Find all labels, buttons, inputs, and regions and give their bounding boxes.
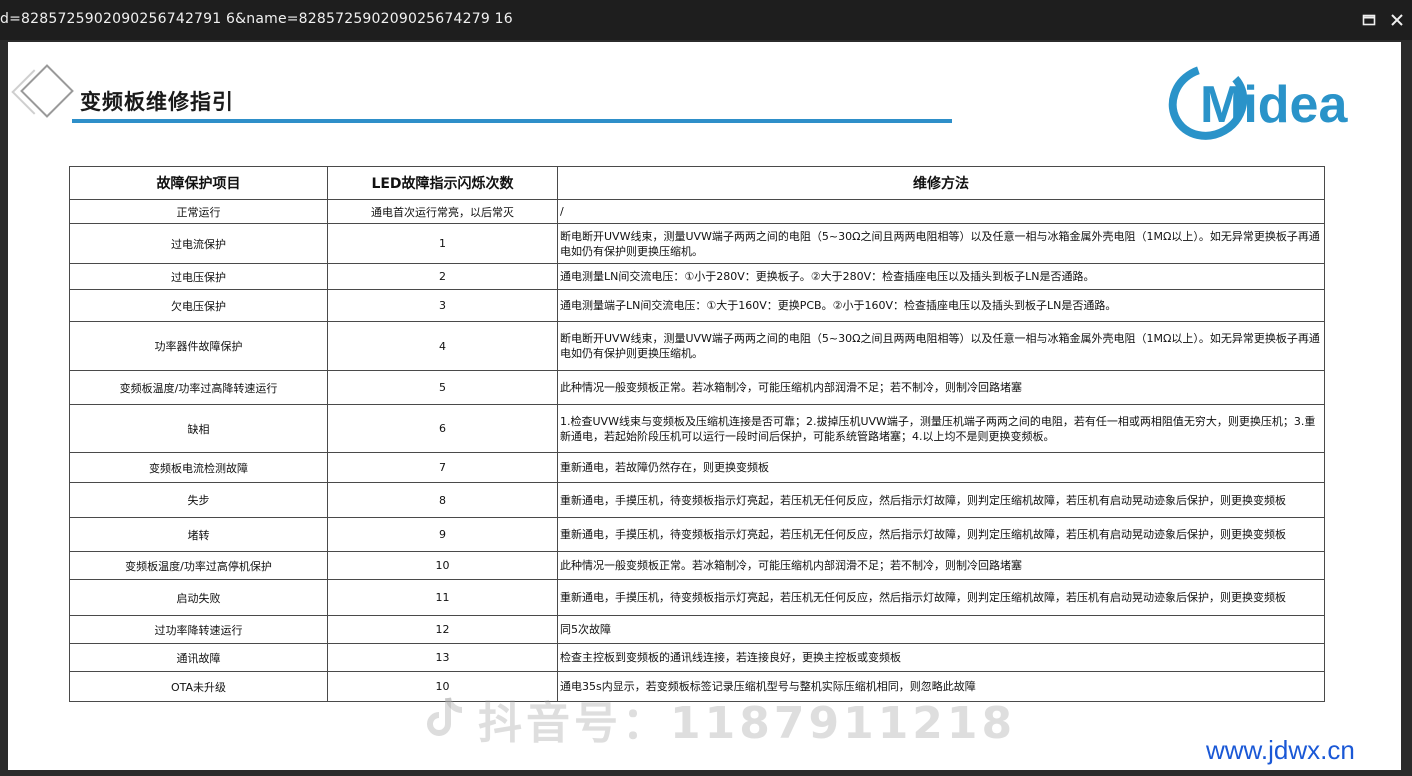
fault-item-cell: 功率器件故障保护	[69, 321, 328, 371]
douyin-watermark-icon	[427, 697, 463, 736]
table-row: 启动失败 11 重新通电，手摸压机，待变频板指示灯亮起，若压机无任何反应，然后指示灯…	[69, 579, 1325, 616]
fault-item-cell: 过功率降转速运行	[69, 615, 328, 644]
table-row: 功率器件故障保护 4 断电断开UVW线束，测量UVW端子两两之间的电阻（5~30Ω之…	[69, 321, 1325, 371]
fault-item-cell: 正常运行	[69, 199, 328, 224]
column-header-item: 故障保护项目	[69, 166, 328, 200]
repair-method-cell: 此种情况一般变频板正常。若冰箱制冷，可能压缩机内部润滑不足；若不制冷，则制冷回路…	[557, 551, 1325, 580]
fault-item-cell: 欠电压保护	[69, 289, 328, 322]
column-header-led: LED故障指示闪烁次数	[327, 166, 558, 200]
repair-method-cell: 通电测量LN间交流电压：①小于280V：更换板子。②大于280V：检查插座电压以…	[557, 263, 1325, 290]
led-count-cell: 13	[327, 643, 558, 672]
led-count-cell: 10	[327, 551, 558, 580]
table-row: 堵转 9 重新通电，手摸压机，待变频板指示灯亮起，若压机无任何反应，然后指示灯故障，…	[69, 517, 1325, 552]
repair-method-cell: 检查主控板到变频板的通讯线连接，若连接良好，更换主控板或变频板	[557, 643, 1325, 672]
fault-item-cell: 变频板电流检测故障	[69, 452, 328, 483]
fault-item-cell: OTA未升级	[69, 671, 328, 702]
led-count-cell: 1	[327, 223, 558, 264]
repair-method-cell: 断电断开UVW线束，测量UVW端子两两之间的电阻（5~30Ω之间且两两电阻相等）…	[557, 321, 1325, 371]
repair-method-cell: 重新通电，手摸压机，待变频板指示灯亮起，若压机无任何反应，然后指示灯故障，则判定…	[557, 517, 1325, 552]
repair-method-cell: 重新通电，手摸压机，待变频板指示灯亮起，若压机无任何反应，然后指示灯故障，则判定…	[557, 579, 1325, 616]
close-icon	[1391, 14, 1403, 26]
repair-method-cell: 通电测量端子LN间交流电压：①大于160V：更换PCB。②小于160V：检查插座…	[557, 289, 1325, 322]
fault-item-cell: 过电压保护	[69, 263, 328, 290]
window-titlebar: d=8285725902090256742791 6&name=82857259…	[0, 0, 1412, 40]
table-row: 过电流保护 1 断电断开UVW线束，测量UVW端子两两之间的电阻（5~30Ω之间且两…	[69, 223, 1325, 264]
repair-method-cell: 1.检查UVW线束与变频板及压缩机连接是否可靠；2.拔掉压机UVW端子，测量压机…	[557, 404, 1325, 453]
logo-text: Midea	[1200, 76, 1348, 134]
title-underline	[72, 119, 952, 123]
table-row: 变频板电流检测故障 7 重新通电，若故障仍然存在，则更换变频板	[69, 452, 1325, 483]
repair-method-cell: 重新通电，若故障仍然存在，则更换变频板	[557, 452, 1325, 483]
led-count-cell: 3	[327, 289, 558, 322]
fault-item-cell: 堵转	[69, 517, 328, 552]
column-header-method: 维修方法	[557, 166, 1325, 200]
led-count-cell: 11	[327, 579, 558, 616]
table-row: 欠电压保护 3 通电测量端子LN间交流电压：①大于160V：更换PCB。②小于160…	[69, 289, 1325, 322]
document-page: 变频板维修指引 Midea 故障保护项目 LED故障指示闪烁次数 维修方法 正常…	[8, 42, 1401, 770]
led-count-cell: 6	[327, 404, 558, 453]
led-count-cell: 通电首次运行常亮，以后常灭	[327, 199, 558, 224]
repair-method-cell: 断电断开UVW线束，测量UVW端子两两之间的电阻（5~30Ω之间且两两电阻相等）…	[557, 223, 1325, 264]
maximize-button[interactable]	[1360, 11, 1378, 29]
repair-method-cell: /	[557, 199, 1325, 224]
table-row: 通讯故障 13 检查主控板到变频板的通讯线连接，若连接良好，更换主控板或变频板	[69, 643, 1325, 672]
table-row: 变频板温度/功率过高降转速运行 5 此种情况一般变频板正常。若冰箱制冷，可能压缩机内…	[69, 370, 1325, 405]
table-header-row: 故障保护项目 LED故障指示闪烁次数 维修方法	[69, 166, 1325, 200]
fault-item-cell: 启动失败	[69, 579, 328, 616]
repair-method-cell: 此种情况一般变频板正常。若冰箱制冷，可能压缩机内部润滑不足；若不制冷，则制冷回路…	[557, 370, 1325, 405]
led-count-cell: 4	[327, 321, 558, 371]
fault-item-cell: 缺相	[69, 404, 328, 453]
led-count-cell: 2	[327, 263, 558, 290]
table-row: 过电压保护 2 通电测量LN间交流电压：①小于280V：更换板子。②大于280V：检…	[69, 263, 1325, 290]
led-count-cell: 9	[327, 517, 558, 552]
fault-item-cell: 失步	[69, 482, 328, 518]
repair-method-cell: 同5次故障	[557, 615, 1325, 644]
led-count-cell: 8	[327, 482, 558, 518]
site-watermark: www.jdwx.cn	[1206, 735, 1355, 765]
midea-logo: Midea	[1168, 64, 1348, 140]
table-body: 正常运行 通电首次运行常亮，以后常灭 / 过电流保护 1 断电断开UVW线束，测量UVW端…	[69, 199, 1325, 702]
led-count-cell: 5	[327, 370, 558, 405]
fault-item-cell: 过电流保护	[69, 223, 328, 264]
fault-item-cell: 通讯故障	[69, 643, 328, 672]
repair-guide-table: 故障保护项目 LED故障指示闪烁次数 维修方法 正常运行 通电首次运行常亮，以后常…	[69, 166, 1325, 702]
maximize-icon	[1362, 14, 1376, 26]
table-row: 正常运行 通电首次运行常亮，以后常灭 /	[69, 199, 1325, 224]
close-button[interactable]	[1388, 11, 1406, 29]
fault-item-cell: 变频板温度/功率过高停机保护	[69, 551, 328, 580]
repair-method-cell: 重新通电，手摸压机，待变频板指示灯亮起，若压机无任何反应，然后指示灯故障，则判定…	[557, 482, 1325, 518]
led-count-cell: 7	[327, 452, 558, 483]
led-count-cell: 12	[327, 615, 558, 644]
table-row: 失步 8 重新通电，手摸压机，待变频板指示灯亮起，若压机无任何反应，然后指示灯故障，…	[69, 482, 1325, 518]
fault-item-cell: 变频板温度/功率过高降转速运行	[69, 370, 328, 405]
page-title: 变频板维修指引	[80, 90, 234, 114]
table-row: 缺相 6 1.检查UVW线束与变频板及压缩机连接是否可靠；2.拔掉压机UVW端子，测…	[69, 404, 1325, 453]
window-url: d=8285725902090256742791 6&name=82857259…	[0, 11, 513, 27]
table-row: 变频板温度/功率过高停机保护 10 此种情况一般变频板正常。若冰箱制冷，可能压缩机内…	[69, 551, 1325, 580]
table-row: 过功率降转速运行 12 同5次故障	[69, 615, 1325, 644]
watermark-text: 抖音号：1187911218	[478, 698, 1017, 749]
